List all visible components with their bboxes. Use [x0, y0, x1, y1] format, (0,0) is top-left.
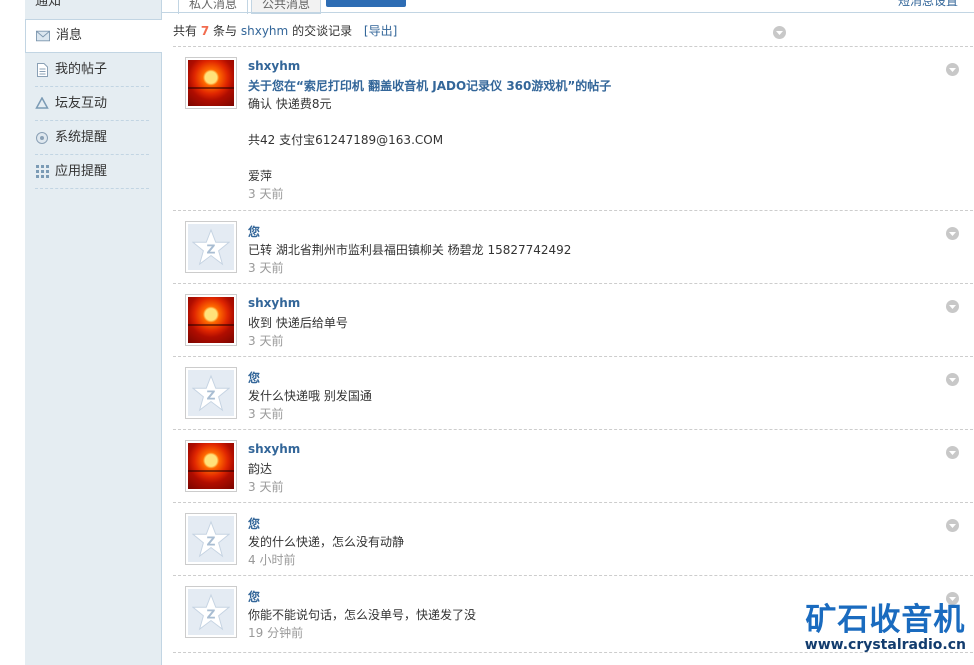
message-text: 韵达: [248, 462, 273, 476]
sidebar-item-label: 应用提醒: [55, 163, 108, 179]
message-item: Z 您已转 湖北省荆州市监利县福田镇柳关 杨碧龙 15827742492 3 天前: [173, 211, 973, 284]
message-dropdown-icon[interactable]: [946, 519, 959, 532]
sender-name[interactable]: shxyhm: [248, 442, 300, 456]
sender-name[interactable]: 您: [248, 223, 260, 240]
default-avatar[interactable]: Z: [185, 367, 237, 419]
tab-label: 私人消息: [188, 0, 237, 11]
send-message-button[interactable]: [326, 0, 406, 7]
sunset-avatar[interactable]: [185, 440, 237, 492]
default-avatar[interactable]: Z: [185, 586, 237, 638]
left-margin: [0, 0, 25, 665]
svg-text:Z: Z: [207, 389, 216, 403]
message-time: 4 小时前: [248, 553, 296, 567]
sidebar-item-label: 坛友互动: [55, 95, 108, 111]
default-avatar[interactable]: Z: [185, 513, 237, 565]
message-dropdown-icon[interactable]: [946, 446, 959, 459]
message-item: shxyhm 韵达 3 天前: [173, 430, 973, 503]
svg-text:Z: Z: [207, 243, 216, 257]
document-icon: [35, 62, 49, 77]
sidebar-item-label: 我的帖子: [55, 61, 108, 77]
message-dropdown-icon[interactable]: [946, 300, 959, 313]
watermark-url: www.crystalradio.cn: [804, 637, 966, 653]
sidebar-item-label: 消息: [56, 28, 83, 43]
sender-name[interactable]: 您: [248, 515, 260, 532]
message-item: Z 您发的什么快递，怎么没有动静 4 小时前: [173, 503, 973, 576]
message-count: 7: [200, 24, 210, 38]
mail-icon: [36, 29, 50, 43]
sidebar-item-messages[interactable]: 消息: [25, 19, 162, 53]
avatar-photo: [188, 443, 234, 489]
tab-divider: [162, 12, 974, 13]
summary-prefix: 共有: [173, 24, 198, 38]
avatar-photo: [188, 297, 234, 343]
watermark: 矿石收音机 www.crystalradio.cn: [805, 604, 966, 654]
message-text: 收到 快递后给单号: [248, 316, 348, 330]
thread-link[interactable]: 关于您在“索尼打印机 翻盖收音机 JADO记录仪 360游戏机”的帖子: [248, 77, 611, 94]
default-avatar-icon: Z: [188, 516, 234, 562]
message-text: 确认 快递费8元: [248, 97, 332, 111]
message-text: 爱萍: [248, 169, 273, 183]
message-text: 你能不能说句话，怎么没单号，快递发了没: [248, 608, 477, 622]
sidebar: 通知 消息 我的帖子 坛友互动 系统提醒 应用提醒: [25, 0, 162, 665]
sunset-avatar[interactable]: [185, 57, 237, 109]
message-text: 已转 湖北省荆州市监利县福田镇柳关 杨碧龙 15827742492: [248, 243, 572, 257]
message-dropdown-icon[interactable]: [946, 373, 959, 386]
sender-name[interactable]: shxyhm: [248, 296, 300, 310]
default-avatar-icon: Z: [188, 224, 234, 270]
sunset-avatar[interactable]: [185, 294, 237, 346]
export-link[interactable]: [导出]: [364, 24, 397, 38]
system-gear-icon: [35, 131, 49, 145]
sidebar-item-label: 系统提醒: [55, 129, 108, 145]
summary-user-link[interactable]: shxyhm: [241, 24, 288, 38]
message-time: 3 天前: [248, 261, 284, 275]
summary-middle: 条与: [213, 24, 238, 38]
message-time: 3 天前: [248, 187, 284, 201]
message-text: 发什么快递哦 别发国通: [248, 389, 372, 403]
message-time: 3 天前: [248, 480, 284, 494]
sidebar-top-label[interactable]: 通知: [35, 0, 61, 9]
avatar-photo: [188, 60, 234, 106]
sidebar-item-system-notices[interactable]: 系统提醒: [35, 121, 149, 155]
sender-name[interactable]: 您: [248, 588, 260, 605]
summary-dropdown-icon[interactable]: [773, 26, 786, 39]
svg-text:Z: Z: [207, 608, 216, 622]
default-avatar-icon: Z: [188, 370, 234, 416]
message-time: 3 天前: [248, 334, 284, 348]
message-time: 19 分钟前: [248, 626, 304, 640]
tab-label: 公共消息: [261, 0, 310, 11]
svg-text:Z: Z: [207, 535, 216, 549]
conversation-summary: 共有 7 条与 shxyhm 的交谈记录 [导出]: [173, 22, 397, 39]
sidebar-item-my-posts[interactable]: 我的帖子: [35, 53, 149, 87]
watermark-title: 矿石收音机: [805, 602, 966, 638]
message-settings-link[interactable]: 短消息设置: [898, 0, 958, 9]
message-dropdown-icon[interactable]: [946, 63, 959, 76]
sidebar-item-app-notices[interactable]: 应用提醒: [35, 155, 149, 189]
recycle-icon: [35, 97, 49, 111]
summary-suffix: 的交谈记录: [292, 24, 353, 38]
sidebar-item-interactions[interactable]: 坛友互动: [35, 87, 149, 121]
message-text: 发的什么快递，怎么没有动静: [248, 535, 405, 549]
message-text: 共42 支付宝61247189@163.COM: [248, 133, 444, 147]
sender-name[interactable]: 您: [248, 369, 260, 386]
message-item: Z 您发什么快递哦 别发国通 3 天前: [173, 357, 973, 430]
message-item: shxyhm 关于您在“索尼打印机 翻盖收音机 JADO记录仪 360游戏机”的帖…: [173, 47, 973, 211]
message-dropdown-icon[interactable]: [946, 227, 959, 240]
message-time: 3 天前: [248, 407, 284, 421]
default-avatar-icon: Z: [188, 589, 234, 635]
app-grid-icon: [35, 165, 49, 179]
default-avatar[interactable]: Z: [185, 221, 237, 273]
sender-name[interactable]: shxyhm: [248, 59, 300, 73]
message-item: shxyhm 收到 快递后给单号 3 天前: [173, 284, 973, 357]
